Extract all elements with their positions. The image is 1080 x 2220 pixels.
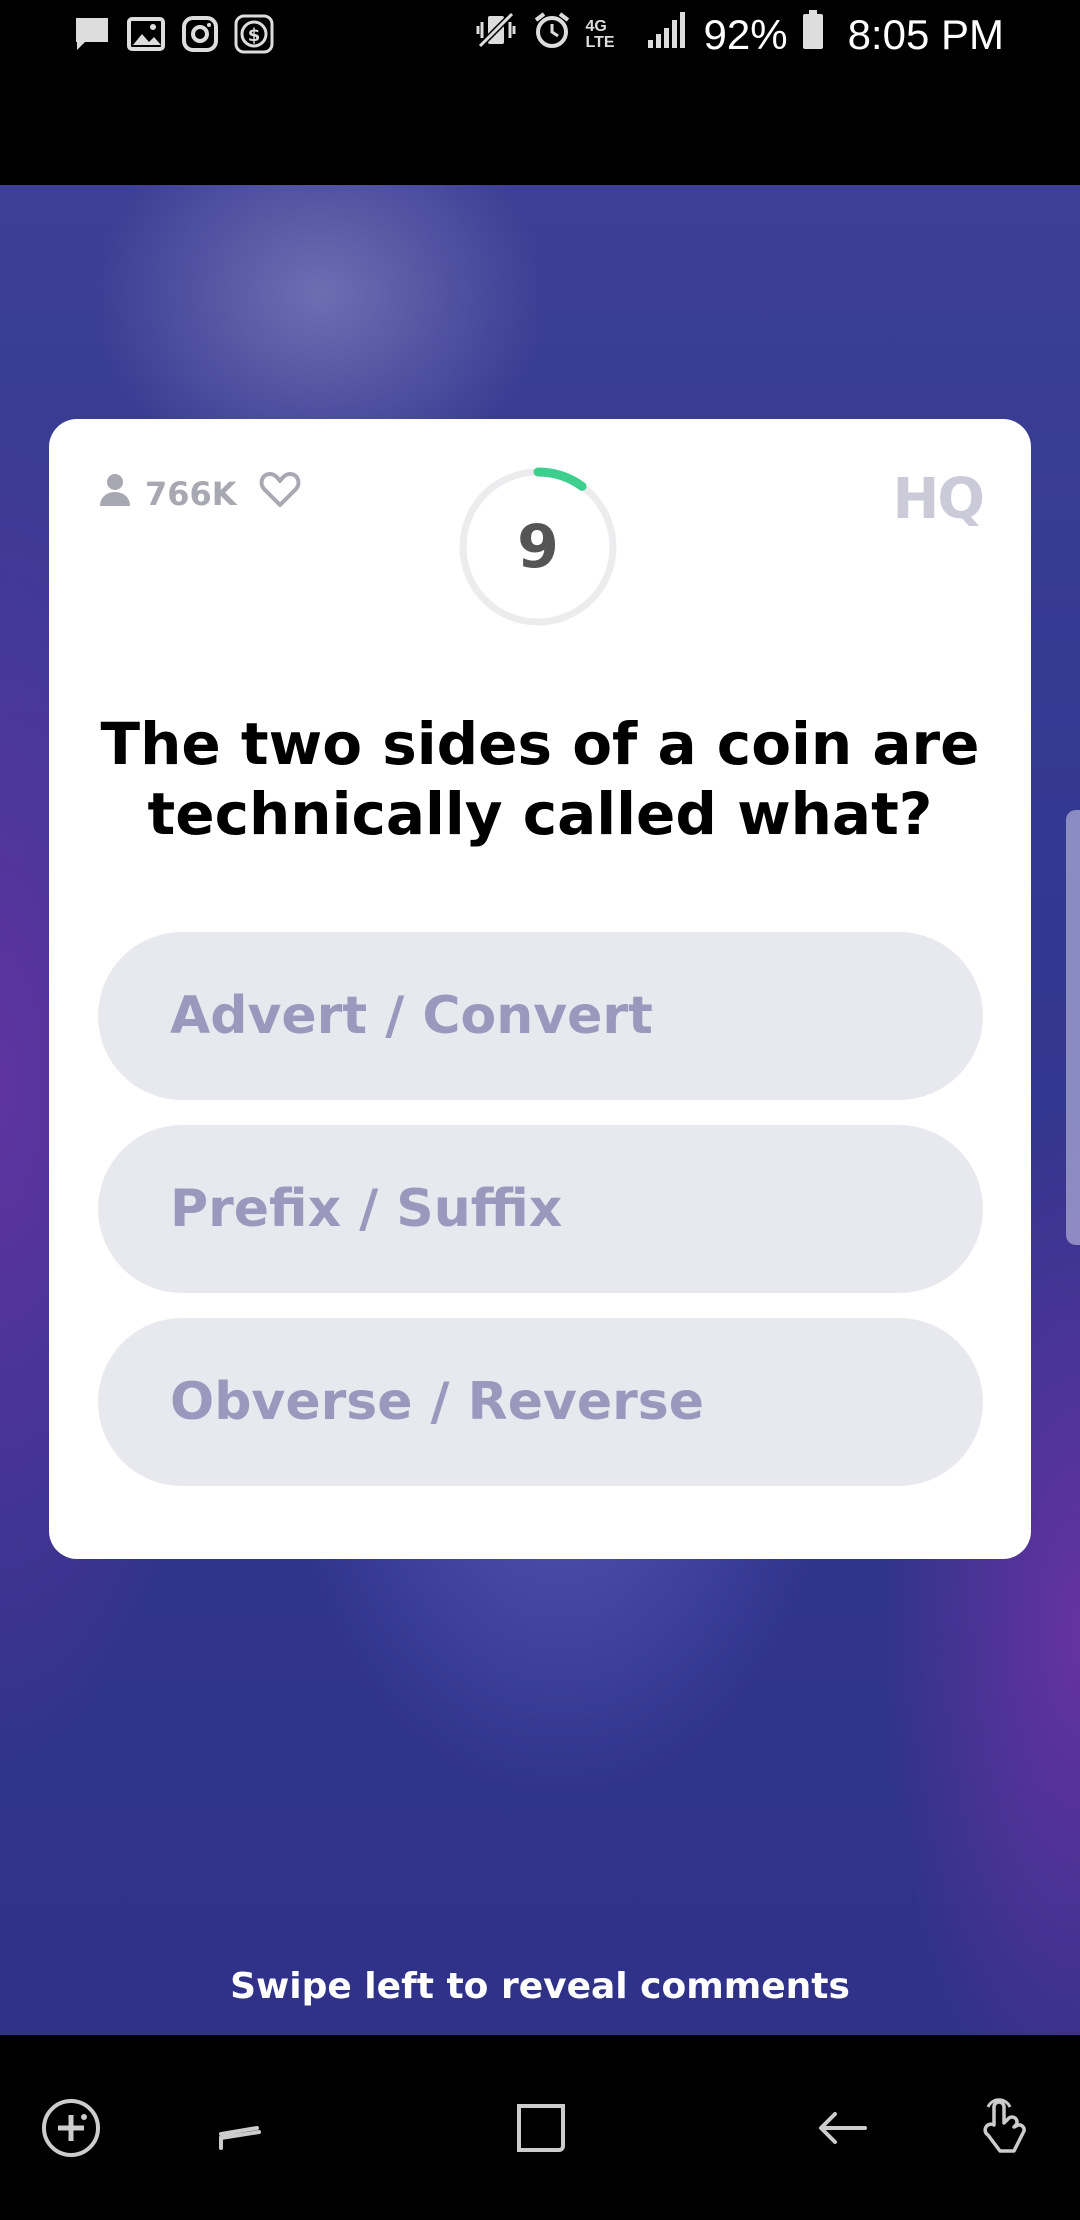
clock: 8:05 PM xyxy=(847,11,1004,58)
money-icon: $ xyxy=(234,14,274,54)
vibrate-icon xyxy=(474,10,518,60)
instagram-icon xyxy=(180,14,220,54)
viewer-count-label: 766K xyxy=(145,475,237,513)
swipe-hint: Swipe left to reveal comments xyxy=(230,1966,850,2007)
notification-icons: $ xyxy=(72,14,274,54)
navigation-bar xyxy=(0,2035,1080,2220)
viewer-count: 766K xyxy=(97,471,301,517)
answer-option-2[interactable]: Prefix / Suffix xyxy=(98,1125,983,1293)
status-bar: $ 4G LTE 92% 8:05 PM xyxy=(0,0,1080,185)
touch-assist-icon[interactable] xyxy=(972,2093,1042,2163)
question-text: The two sides of a coin are technically … xyxy=(100,710,980,848)
answer-option-1[interactable]: Advert / Convert xyxy=(98,932,983,1100)
recent-apps-icon[interactable] xyxy=(204,2093,274,2163)
live-video-background: 766K 9 HQ The two sides of a coin are te… xyxy=(0,185,1080,2035)
message-icon xyxy=(72,14,112,54)
game-tools-icon[interactable] xyxy=(36,2093,106,2163)
comments-drawer-handle[interactable] xyxy=(1066,810,1080,1245)
heart-icon[interactable] xyxy=(259,471,301,517)
answer-option-3[interactable]: Obverse / Reverse xyxy=(98,1318,983,1486)
hq-logo: HQ xyxy=(892,467,985,532)
person-icon xyxy=(97,472,133,516)
back-icon[interactable] xyxy=(808,2093,878,2163)
image-icon xyxy=(126,14,166,54)
question-card: 766K 9 HQ The two sides of a coin are te… xyxy=(49,419,1031,1559)
4g-lte-icon: 4G LTE xyxy=(585,18,615,51)
countdown-number: 9 xyxy=(517,512,559,582)
system-status: 4G LTE 92% 8:05 PM xyxy=(474,10,1004,60)
signal-icon xyxy=(646,10,686,60)
answer-list: Advert / Convert Prefix / Suffix Obverse… xyxy=(98,932,983,1511)
battery-icon xyxy=(802,10,824,60)
alarm-icon xyxy=(532,10,572,60)
countdown-timer: 9 xyxy=(457,466,619,628)
battery-percent: 92% xyxy=(703,11,788,58)
home-icon[interactable] xyxy=(506,2093,576,2163)
svg-text:$: $ xyxy=(248,25,261,46)
